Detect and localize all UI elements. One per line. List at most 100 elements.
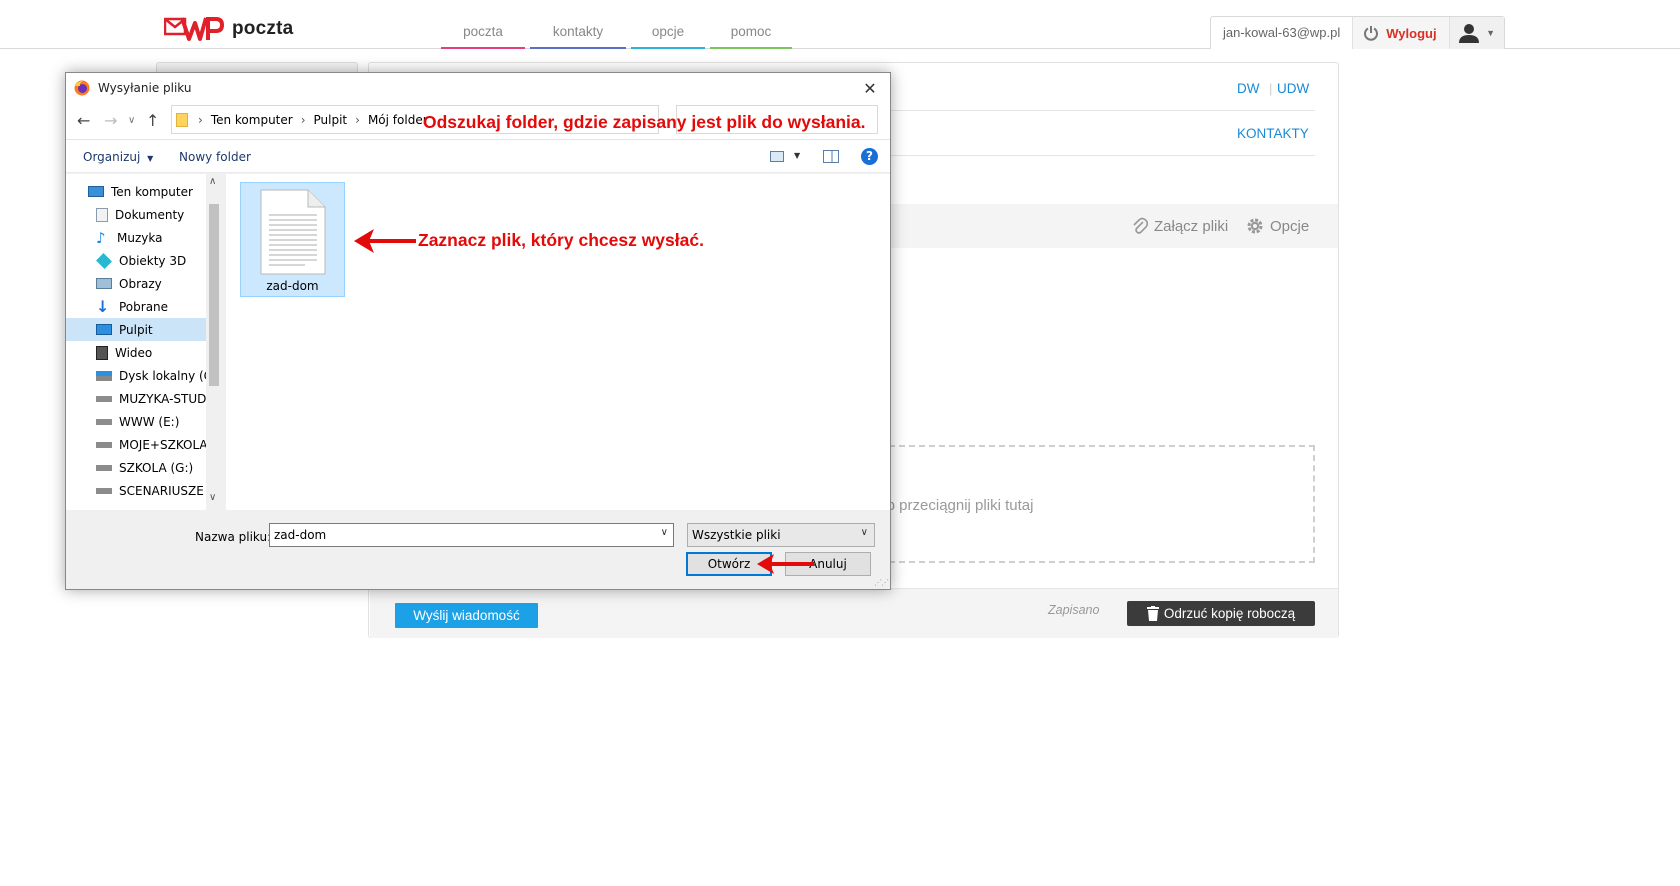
nav-underline	[441, 47, 525, 49]
wp-poczta-logo[interactable]: poczta	[164, 14, 293, 44]
attach-files-button[interactable]: Załącz pliki	[1132, 217, 1228, 235]
filetype-select[interactable]: Wszystkie pliki ∨	[687, 523, 875, 547]
nav-tab-label: pomoc	[730, 24, 772, 39]
nav-item-moje-szkola[interactable]: MOJE+SZKOLA (	[66, 433, 206, 456]
trash-icon	[1146, 606, 1159, 621]
nav-tab-pomoc[interactable]: pomoc	[710, 18, 792, 49]
view-options-icon[interactable]	[770, 151, 784, 162]
chevron-down-icon: ∨	[860, 527, 868, 538]
recent-dropdown-icon[interactable]: ∨	[128, 115, 135, 126]
help-icon[interactable]: ?	[861, 148, 878, 165]
scroll-down-icon[interactable]: ∨	[209, 492, 216, 503]
nav-item-local-disk-c[interactable]: Dysk lokalny (C:)	[66, 364, 206, 387]
breadcrumb-my-folder[interactable]: Mój folder	[368, 113, 428, 127]
nav-item-label: Obiekty 3D	[119, 253, 187, 268]
nav-underline	[631, 47, 705, 49]
nav-item-muzyka-studio[interactable]: MUZYKA-STUDIO	[66, 387, 206, 410]
filename-field[interactable]: zad-dom ∨	[269, 523, 674, 547]
avatar-icon	[1459, 24, 1480, 43]
attachment-drop-zone[interactable]: lub przeciągnij pliki tutaj	[849, 445, 1315, 563]
logout-label: Wyloguj	[1386, 25, 1437, 41]
new-folder-button[interactable]: Nowy folder	[179, 150, 251, 164]
divider	[849, 155, 1315, 156]
nav-item-scenariusze[interactable]: SCENARIUSZE (H	[66, 479, 206, 502]
nav-tab-kontakty[interactable]: kontakty	[530, 18, 626, 49]
resize-grip-icon[interactable]: ⋰⋰	[874, 578, 889, 587]
nav-item-label: WWW (E:)	[119, 414, 180, 429]
forward-arrow-icon[interactable]: →	[104, 111, 117, 130]
user-menu-button[interactable]: ▼	[1449, 17, 1504, 49]
up-arrow-icon[interactable]: ↑	[146, 111, 159, 130]
computer-icon	[88, 186, 104, 197]
nav-item-pictures[interactable]: Obrazy	[66, 272, 206, 295]
scrollbar-thumb[interactable]	[209, 204, 219, 386]
divider	[849, 110, 1315, 111]
attach-files-label: Załącz pliki	[1154, 217, 1229, 235]
chevron-down-icon[interactable]: ▼	[794, 151, 800, 160]
power-icon	[1364, 26, 1379, 41]
file-item-selected[interactable]: zad-dom	[240, 182, 345, 297]
drive-icon	[96, 370, 112, 381]
bcc-link[interactable]: UDW	[1277, 81, 1309, 96]
drive-icon	[96, 395, 112, 402]
breadcrumb-separator: ›	[198, 112, 203, 127]
nav-item-video[interactable]: Wideo	[66, 341, 206, 364]
nav-item-documents[interactable]: Dokumenty	[66, 203, 206, 226]
cc-link[interactable]: DW	[1237, 81, 1260, 96]
document-file-icon	[260, 189, 326, 275]
logout-button[interactable]: Wyloguj	[1353, 17, 1450, 49]
drive-icon	[96, 487, 112, 494]
chevron-down-icon[interactable]: ∨	[661, 527, 668, 538]
filetype-value: Wszystkie pliki	[692, 528, 781, 542]
nav-item-downloads[interactable]: ↓ Pobrane	[66, 295, 206, 318]
close-icon[interactable]: ✕	[850, 73, 890, 103]
download-icon: ↓	[96, 296, 110, 316]
discard-draft-button[interactable]: Odrzuć kopię roboczą	[1127, 601, 1315, 626]
nav-item-label: Pulpit	[119, 322, 153, 337]
dialog-command-bar: Organizuj ▼ Nowy folder ▼ ?	[66, 139, 890, 173]
breadcrumb-this-pc[interactable]: Ten komputer	[211, 113, 293, 127]
nav-item-label: Wideo	[115, 345, 153, 360]
documents-icon	[96, 207, 108, 222]
video-icon	[96, 345, 108, 360]
options-button[interactable]: Opcje	[1246, 217, 1309, 235]
filename-value: zad-dom	[274, 528, 327, 542]
nav-item-desktop[interactable]: Pulpit	[66, 318, 206, 341]
nav-item-this-pc[interactable]: Ten komputer	[66, 180, 206, 203]
nav-tab-label: poczta	[463, 24, 503, 39]
nav-item-music[interactable]: ♪ Muzyka	[66, 226, 206, 249]
navigation-scrollbar[interactable]: ∧ ∨	[206, 174, 222, 510]
options-label: Opcje	[1270, 217, 1310, 235]
breadcrumb-desktop[interactable]: Pulpit	[314, 113, 348, 127]
organize-button[interactable]: Organizuj ▼	[83, 150, 153, 164]
dialog-title-bar[interactable]: Wysyłanie pliku ✕	[66, 73, 890, 103]
nav-item-label: MOJE+SZKOLA (	[119, 437, 206, 452]
nav-item-label: SZKOLA (G:)	[119, 460, 194, 475]
nav-item-label: MUZYKA-STUDIO	[119, 391, 206, 406]
back-arrow-icon[interactable]: ←	[77, 111, 90, 130]
nav-item-szkola-g[interactable]: SZKOLA (G:)	[66, 456, 206, 479]
drop-zone-text: lub przeciągnij pliki tutaj	[875, 497, 1034, 514]
file-upload-dialog: Wysyłanie pliku ✕ ← → ∨ ↑ › Ten komputer…	[65, 72, 891, 590]
organize-label: Organizuj	[83, 150, 141, 164]
user-email[interactable]: jan-kowal-63@wp.pl	[1211, 17, 1354, 49]
nav-tab-label: kontakty	[552, 24, 604, 39]
scroll-up-icon[interactable]: ∧	[209, 176, 216, 187]
contacts-link[interactable]: KONTAKTY	[1237, 126, 1309, 141]
gear-icon	[1247, 218, 1263, 234]
nav-item-label: Obrazy	[119, 276, 162, 291]
nav-underline	[530, 47, 626, 49]
discard-draft-label: Odrzuć kopię roboczą	[1163, 606, 1296, 621]
nav-tab-poczta[interactable]: poczta	[441, 18, 525, 49]
filename-label: Nazwa pliku:	[195, 530, 272, 544]
compose-footer: Wyślij wiadomość Zapisano Odrzuć kopię r…	[370, 588, 1338, 638]
logo-text: poczta	[232, 18, 294, 39]
nav-item-www-e[interactable]: WWW (E:)	[66, 410, 206, 433]
arrow-left-icon	[757, 554, 814, 574]
arrow-left-icon	[354, 229, 416, 253]
send-message-button[interactable]: Wyślij wiadomość	[395, 603, 538, 628]
nav-item-label: Ten komputer	[111, 184, 193, 199]
nav-tab-opcje[interactable]: opcje	[631, 18, 705, 49]
nav-item-3d-objects[interactable]: Obiekty 3D	[66, 249, 206, 272]
preview-pane-icon[interactable]	[823, 150, 839, 163]
